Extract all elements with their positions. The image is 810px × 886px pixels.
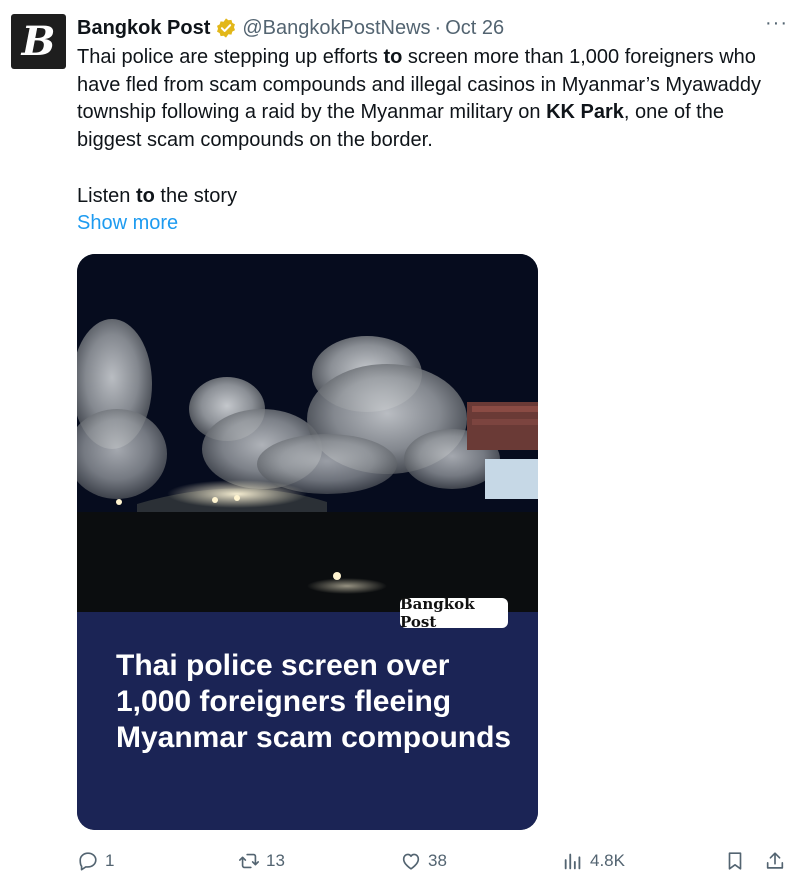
tweet-text: Thai police are stepping up efforts to s… xyxy=(77,44,787,154)
listen-line: Listen to the story xyxy=(77,183,237,210)
repost-icon xyxy=(239,853,259,869)
news-photo xyxy=(77,254,538,612)
share-icon xyxy=(766,852,784,869)
avatar[interactable]: B xyxy=(11,14,66,69)
author-handle[interactable]: @BangkokPostNews xyxy=(242,17,430,40)
views-icon xyxy=(564,853,581,870)
caption-line: Thai police screen over xyxy=(116,649,450,682)
tweet-text-bold: to xyxy=(383,46,403,68)
like-count: 38 xyxy=(428,851,447,870)
tweet-text-part: Thai police are stepping up efforts xyxy=(77,46,384,68)
tweet-text-bold: KK Park xyxy=(546,101,624,124)
share-button[interactable] xyxy=(764,845,786,877)
watermark-logo: Bangkok Post xyxy=(400,595,508,631)
action-bar: 1 13 38 4.8K xyxy=(0,845,810,877)
author-name[interactable]: Bangkok Post xyxy=(77,17,210,40)
caption-line: Myanmar scam compounds xyxy=(116,721,512,754)
verified-badge-icon xyxy=(217,18,236,38)
repost-button[interactable]: 13 xyxy=(238,845,285,877)
listen-bold: to xyxy=(135,185,155,207)
reply-count: 1 xyxy=(105,851,115,870)
like-icon xyxy=(402,853,420,870)
listen-text: Listen xyxy=(77,185,136,207)
caption-line: 1,000 foreigners fleeing xyxy=(116,685,452,718)
tweet-time[interactable]: Oct 26 xyxy=(445,17,504,40)
reply-button[interactable]: 1 xyxy=(77,845,114,877)
avatar-letter: B xyxy=(21,17,56,65)
views-button[interactable]: 4.8K xyxy=(562,845,625,877)
views-count: 4.8K xyxy=(590,851,625,870)
tweet-header: Bangkok Post @BangkokPostNews · Oct 26 xyxy=(77,15,504,41)
bookmark-button[interactable] xyxy=(724,845,746,877)
reply-icon xyxy=(79,852,97,871)
more-icon[interactable]: ··· xyxy=(765,12,788,35)
like-button[interactable]: 38 xyxy=(400,845,447,877)
show-more-link[interactable]: Show more xyxy=(77,210,178,237)
media-card[interactable]: Bangkok Post Thai police screen over 1,0… xyxy=(77,254,538,830)
separator-dot: · xyxy=(434,16,442,39)
repost-count: 13 xyxy=(266,851,285,870)
listen-text: the story xyxy=(154,185,238,207)
bookmark-icon xyxy=(728,852,742,870)
